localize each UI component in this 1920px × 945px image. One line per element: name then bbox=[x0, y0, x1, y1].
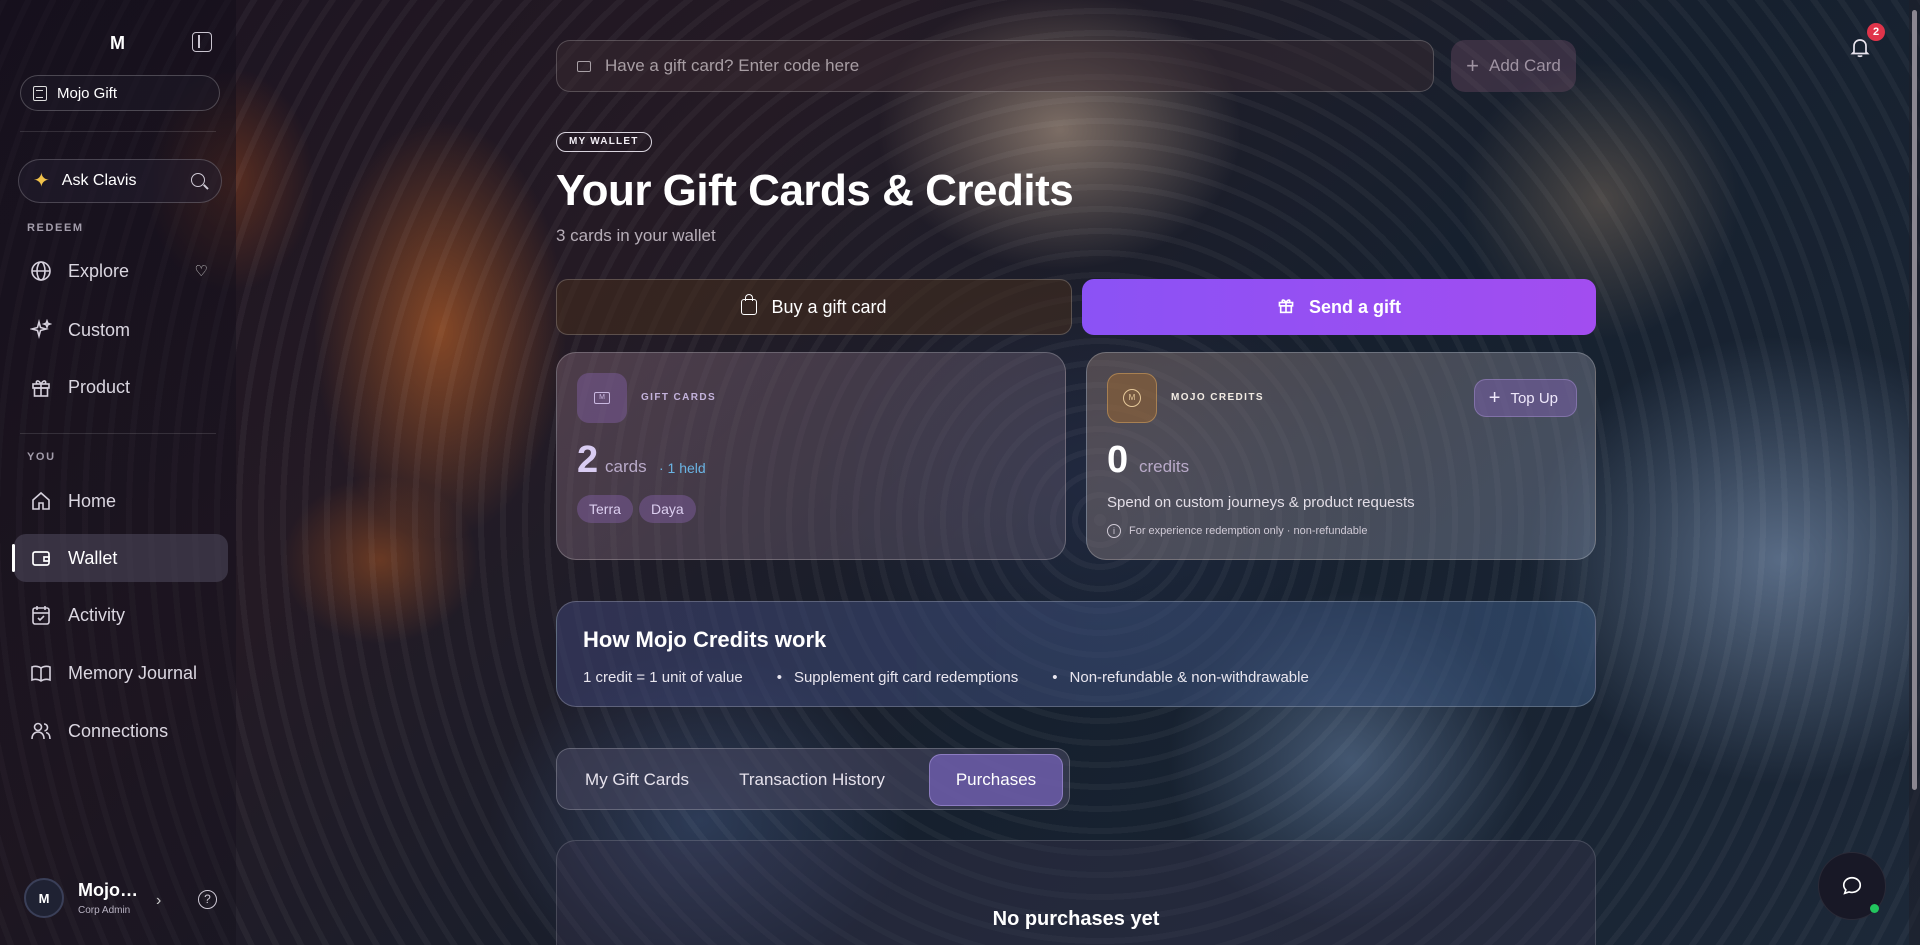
heart-icon[interactable]: ♡ bbox=[195, 262, 208, 280]
chevron-right-icon[interactable]: › bbox=[156, 892, 161, 910]
app-logo[interactable]: M bbox=[110, 33, 125, 54]
empty-state-title: No purchases yet bbox=[992, 908, 1160, 930]
sidebar-item-label: Connections bbox=[68, 720, 169, 741]
how-credits-work-points: 1 credit = 1 unit of value Supplement gi… bbox=[583, 669, 1309, 686]
divider bbox=[20, 131, 216, 132]
sidebar-item-explore[interactable]: Explore ♡ bbox=[14, 247, 228, 295]
user-name: Mojo… bbox=[78, 880, 138, 900]
avatar: M bbox=[24, 878, 64, 918]
gift-cards-label: GIFT CARDS bbox=[641, 392, 717, 403]
sidebar-item-product[interactable]: Product bbox=[14, 363, 228, 411]
card-tag-terra[interactable]: Terra bbox=[577, 495, 633, 523]
globe-icon bbox=[30, 260, 52, 282]
building-icon bbox=[33, 85, 47, 101]
sidebar-item-activity[interactable]: Activity bbox=[14, 591, 228, 639]
how-point: 1 credit = 1 unit of value bbox=[583, 669, 743, 686]
credits-unit: credits bbox=[1139, 457, 1190, 476]
ask-clavis-label: Ask Clavis bbox=[61, 172, 137, 189]
page-eyebrow: MY WALLET bbox=[556, 132, 652, 152]
sidebar-item-label: Home bbox=[68, 490, 117, 511]
users-icon bbox=[30, 720, 52, 742]
org-switcher[interactable]: Mojo Gift bbox=[20, 75, 220, 111]
sidebar-item-label: Activity bbox=[68, 604, 126, 625]
org-name: Mojo Gift bbox=[57, 84, 118, 102]
card-tag-daya[interactable]: Daya bbox=[639, 495, 696, 523]
top-up-button[interactable]: + Top Up bbox=[1473, 379, 1577, 417]
purchases-empty-state: No purchases yet bbox=[556, 840, 1596, 945]
sidebar-item-label: Memory Journal bbox=[68, 662, 198, 683]
section-label-you: YOU bbox=[27, 451, 56, 463]
credits-description: Spend on custom journeys & product reque… bbox=[1107, 494, 1415, 511]
plus-icon: + bbox=[1488, 387, 1501, 409]
shopping-bag-icon bbox=[741, 294, 758, 315]
mojo-credits-summary-card: M MOJO CREDITS + Top Up 0 credits Spend … bbox=[1086, 352, 1596, 560]
info-icon: i bbox=[1107, 524, 1121, 538]
mojo-credits-label: MOJO CREDITS bbox=[1171, 392, 1264, 403]
divider bbox=[20, 433, 216, 434]
top-up-label: Top Up bbox=[1510, 389, 1558, 407]
how-credits-work-panel: How Mojo Credits work 1 credit = 1 unit … bbox=[556, 601, 1596, 707]
sidebar-item-label: Custom bbox=[68, 319, 131, 340]
plus-icon: + bbox=[1466, 53, 1480, 78]
credits-count: 0 bbox=[1107, 439, 1129, 481]
add-card-label: Add Card bbox=[1489, 56, 1561, 75]
ticket-icon bbox=[577, 60, 591, 72]
sidebar-item-label: Explore bbox=[68, 260, 130, 281]
page-subtitle: 3 cards in your wallet bbox=[556, 226, 716, 245]
gift-card-icon: M bbox=[577, 373, 627, 423]
bell-icon[interactable] bbox=[1848, 35, 1872, 59]
notification-badge: 2 bbox=[1867, 23, 1885, 41]
how-point: Supplement gift card redemptions bbox=[777, 669, 1018, 686]
buy-gift-card-label: Buy a gift card bbox=[771, 296, 887, 317]
search-icon bbox=[191, 173, 205, 187]
section-label-redeem: REDEEM bbox=[27, 222, 84, 234]
how-credits-work-title: How Mojo Credits work bbox=[583, 627, 827, 652]
user-profile[interactable]: M Mojo… Corp Admin bbox=[24, 878, 138, 918]
online-status-dot bbox=[1870, 904, 1879, 913]
redeem-code-field bbox=[556, 40, 1434, 92]
chat-bubble-icon bbox=[1842, 876, 1862, 895]
tab-my-gift-cards[interactable]: My Gift Cards bbox=[567, 754, 707, 806]
how-point: Non-refundable & non-withdrawable bbox=[1052, 669, 1309, 686]
sidebar-item-wallet[interactable]: Wallet bbox=[12, 534, 228, 582]
gift-icon bbox=[1277, 296, 1295, 319]
sidebar: M Mojo Gift ✦ Ask Clavis REDEEM Explore … bbox=[0, 0, 236, 945]
wallet-tabs: My Gift Cards Transaction History Purcha… bbox=[556, 748, 1070, 810]
ask-clavis-button[interactable]: ✦ Ask Clavis bbox=[18, 159, 222, 203]
gift-card-count: 2 bbox=[577, 439, 599, 481]
book-icon bbox=[30, 662, 52, 684]
sidebar-collapse-icon[interactable] bbox=[192, 32, 212, 52]
credits-note-text: For experience redemption only · non-ref… bbox=[1129, 525, 1368, 537]
wallet-icon bbox=[30, 547, 52, 569]
sidebar-item-label: Product bbox=[68, 376, 131, 397]
sidebar-item-home[interactable]: Home bbox=[14, 477, 228, 525]
help-icon[interactable]: ? bbox=[198, 890, 217, 909]
add-card-button[interactable]: + Add Card bbox=[1451, 40, 1576, 92]
sidebar-item-label: Wallet bbox=[68, 547, 118, 568]
tab-transaction-history[interactable]: Transaction History bbox=[717, 754, 907, 806]
redeem-code-input[interactable] bbox=[605, 56, 1385, 76]
home-icon bbox=[30, 490, 52, 512]
send-gift-label: Send a gift bbox=[1308, 296, 1401, 317]
credits-note: i For experience redemption only · non-r… bbox=[1107, 524, 1367, 538]
sidebar-item-connections[interactable]: Connections bbox=[14, 707, 228, 755]
coin-icon: M bbox=[1107, 373, 1157, 423]
tab-purchases[interactable]: Purchases bbox=[929, 754, 1063, 806]
send-gift-button[interactable]: Send a gift bbox=[1082, 279, 1596, 335]
user-role: Corp Admin bbox=[78, 905, 131, 916]
page-title: Your Gift Cards & Credits bbox=[556, 166, 1074, 215]
held-count: · 1 held bbox=[659, 460, 706, 476]
scrollbar-thumb[interactable] bbox=[1912, 10, 1917, 790]
calendar-icon bbox=[30, 604, 52, 626]
buy-gift-card-button[interactable]: Buy a gift card bbox=[556, 279, 1072, 335]
gift-icon bbox=[30, 376, 52, 398]
sidebar-item-custom[interactable]: Custom bbox=[14, 306, 228, 354]
sparkles-icon bbox=[30, 319, 52, 341]
sparkle-icon: ✦ bbox=[33, 170, 50, 192]
gift-card-unit: cards bbox=[605, 457, 647, 476]
gift-cards-summary-card[interactable]: M GIFT CARDS 2 cards · 1 held Terra Daya bbox=[556, 352, 1066, 560]
sidebar-item-memory-journal[interactable]: Memory Journal bbox=[14, 649, 228, 697]
